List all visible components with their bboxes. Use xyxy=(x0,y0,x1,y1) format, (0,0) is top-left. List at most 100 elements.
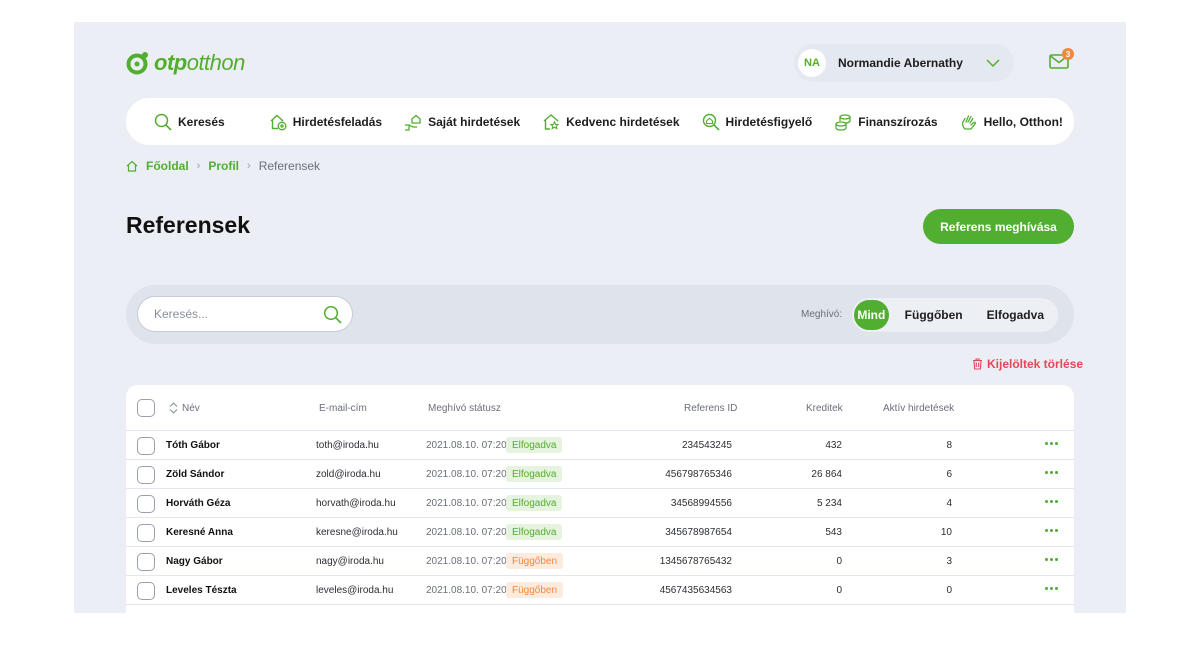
delete-selected-button[interactable]: Kijelöltek törlése xyxy=(972,357,1083,371)
row-ref-id: 4567435634563 xyxy=(659,585,732,596)
more-actions-icon[interactable] xyxy=(1045,500,1058,503)
search-icon xyxy=(154,113,172,131)
breadcrumb-profile[interactable]: Profil xyxy=(208,159,239,173)
more-actions-icon[interactable] xyxy=(1045,471,1058,474)
user-menu[interactable]: NA Normandie Abernathy xyxy=(794,44,1014,82)
notification-badge: 3 xyxy=(1062,48,1074,60)
logo-mark-icon xyxy=(126,52,148,75)
column-header-status: Meghívó státusz xyxy=(428,403,501,414)
row-date: 2021.08.10. 07:20 xyxy=(426,585,507,596)
sort-icon[interactable] xyxy=(169,402,178,414)
more-actions-icon[interactable] xyxy=(1045,529,1058,532)
invite-filter-label: Meghívó: xyxy=(801,309,843,320)
row-email: horvath@iroda.hu xyxy=(316,498,396,509)
nav-item-label: Hirdetésfeladás xyxy=(292,114,383,129)
more-actions-icon[interactable] xyxy=(1045,587,1058,590)
invite-status-filter: Mind Függőben Elfogadva xyxy=(852,298,1058,332)
nav-item-ad-watch[interactable]: Hirdetésfigyelő xyxy=(702,113,812,131)
nav-item-search[interactable]: Keresés xyxy=(154,113,225,131)
select-all-checkbox[interactable] xyxy=(137,399,155,417)
row-active-ads: 4 xyxy=(946,498,952,509)
chevron-down-icon[interactable] xyxy=(986,56,1000,70)
coins-icon xyxy=(835,113,851,131)
more-actions-icon[interactable] xyxy=(1045,558,1058,561)
table-header: Név E-mail-cím Meghívó státusz Referens … xyxy=(126,385,1074,431)
search-input[interactable] xyxy=(154,307,314,321)
row-checkbox[interactable] xyxy=(137,495,155,513)
nav-item-label: Saját hirdetések xyxy=(428,114,521,129)
row-date: 2021.08.10. 07:20 xyxy=(426,440,507,451)
nav-item-hello-otthon[interactable]: Hello, Otthon! xyxy=(960,113,1063,131)
row-email: leveles@iroda.hu xyxy=(316,585,394,596)
nav-item-post-ad[interactable]: Hirdetésfeladás xyxy=(269,113,382,131)
row-ref-id: 34568994556 xyxy=(670,498,732,509)
table-row[interactable]: Tóth Gábor toth@iroda.hu 2021.08.10. 07:… xyxy=(126,431,1074,460)
row-date: 2021.08.10. 07:20 xyxy=(426,469,507,480)
filter-option-pending[interactable]: Függőben xyxy=(893,300,975,330)
filter-option-all[interactable]: Mind xyxy=(854,300,889,330)
search-house-icon xyxy=(702,113,720,131)
house-star-icon xyxy=(543,113,560,130)
row-name: Leveles Tészta xyxy=(166,585,237,596)
row-name: Zöld Sándor xyxy=(166,469,225,480)
delete-selected-label: Kijelöltek törlése xyxy=(987,357,1084,371)
table-row[interactable]: Keresné Anna keresne@iroda.hu 2021.08.10… xyxy=(126,518,1074,547)
breadcrumb-current: Referensek xyxy=(258,159,321,173)
invite-referent-button[interactable]: Referens meghívása xyxy=(923,209,1074,244)
chevron-right-icon: › xyxy=(196,160,201,172)
nav-item-label: Finanszírozás xyxy=(858,114,938,129)
nav-item-label: Hello, Otthon! xyxy=(983,114,1063,129)
column-header-name[interactable]: Név xyxy=(182,403,200,414)
filter-option-accepted[interactable]: Elfogadva xyxy=(975,300,1056,330)
row-active-ads: 6 xyxy=(946,469,952,480)
home-icon[interactable] xyxy=(126,160,138,172)
breadcrumb: Főoldal › Profil › Referensek xyxy=(126,159,320,173)
row-name: Keresné Anna xyxy=(166,527,233,538)
row-checkbox[interactable] xyxy=(137,524,155,542)
row-credits: 0 xyxy=(836,585,842,596)
row-date: 2021.08.10. 07:20 xyxy=(426,527,507,538)
row-checkbox[interactable] xyxy=(137,553,155,571)
avatar: NA xyxy=(798,49,826,77)
breadcrumb-home[interactable]: Főoldal xyxy=(146,159,189,173)
logo-text: otpotthon xyxy=(154,50,245,75)
nav-item-favourites[interactable]: Kedvenc hirdetések xyxy=(542,113,680,131)
nav-item-label: Keresés xyxy=(178,114,225,129)
row-name: Horváth Géza xyxy=(166,498,231,509)
column-header-active-ads: Aktív hirdetések xyxy=(883,403,955,414)
trash-icon xyxy=(973,358,982,370)
row-date: 2021.08.10. 07:20 xyxy=(426,556,507,567)
page-title: Referensek xyxy=(126,212,251,238)
search-icon[interactable] xyxy=(323,305,342,324)
column-header-email: E-mail-cím xyxy=(319,403,367,414)
table-row[interactable]: Horváth Géza horvath@iroda.hu 2021.08.10… xyxy=(126,489,1074,518)
search-field[interactable] xyxy=(137,296,353,332)
column-header-credits: Kreditek xyxy=(806,403,843,414)
row-active-ads: 10 xyxy=(940,527,952,538)
more-actions-icon[interactable] xyxy=(1045,442,1058,445)
nav-item-my-ads[interactable]: Saját hirdetések xyxy=(404,113,520,131)
row-checkbox[interactable] xyxy=(137,466,155,484)
table-row[interactable]: Leveles Tészta leveles@iroda.hu 2021.08.… xyxy=(126,576,1074,605)
row-date: 2021.08.10. 07:20 xyxy=(426,498,507,509)
row-email: keresne@iroda.hu xyxy=(316,527,398,538)
status-badge: Elfogadva xyxy=(506,466,563,482)
row-checkbox[interactable] xyxy=(137,437,155,455)
row-ref-id: 1345678765432 xyxy=(659,556,732,567)
row-ref-id: 345678987654 xyxy=(665,527,732,538)
user-name: Normandie Abernathy xyxy=(838,56,963,70)
app-frame: otpotthon NA Normandie Abernathy 3 Keres… xyxy=(74,22,1126,613)
row-email: zold@iroda.hu xyxy=(316,469,381,480)
nav-item-financing[interactable]: Finanszírozás xyxy=(834,113,938,131)
row-credits: 432 xyxy=(825,440,842,451)
row-active-ads: 8 xyxy=(946,440,952,451)
wave-hand-icon xyxy=(961,114,976,130)
table-row[interactable]: Nagy Gábor nagy@iroda.hu 2021.08.10. 07:… xyxy=(126,547,1074,576)
house-add-icon xyxy=(270,114,287,130)
status-badge: Elfogadva xyxy=(506,524,563,540)
table-row[interactable]: Zöld Sándor zold@iroda.hu 2021.08.10. 07… xyxy=(126,460,1074,489)
otp-otthon-logo[interactable]: otpotthon xyxy=(126,50,245,76)
nav-item-label: Kedvenc hirdetések xyxy=(566,114,680,129)
row-ref-id: 234543245 xyxy=(681,440,732,451)
row-checkbox[interactable] xyxy=(137,582,155,600)
